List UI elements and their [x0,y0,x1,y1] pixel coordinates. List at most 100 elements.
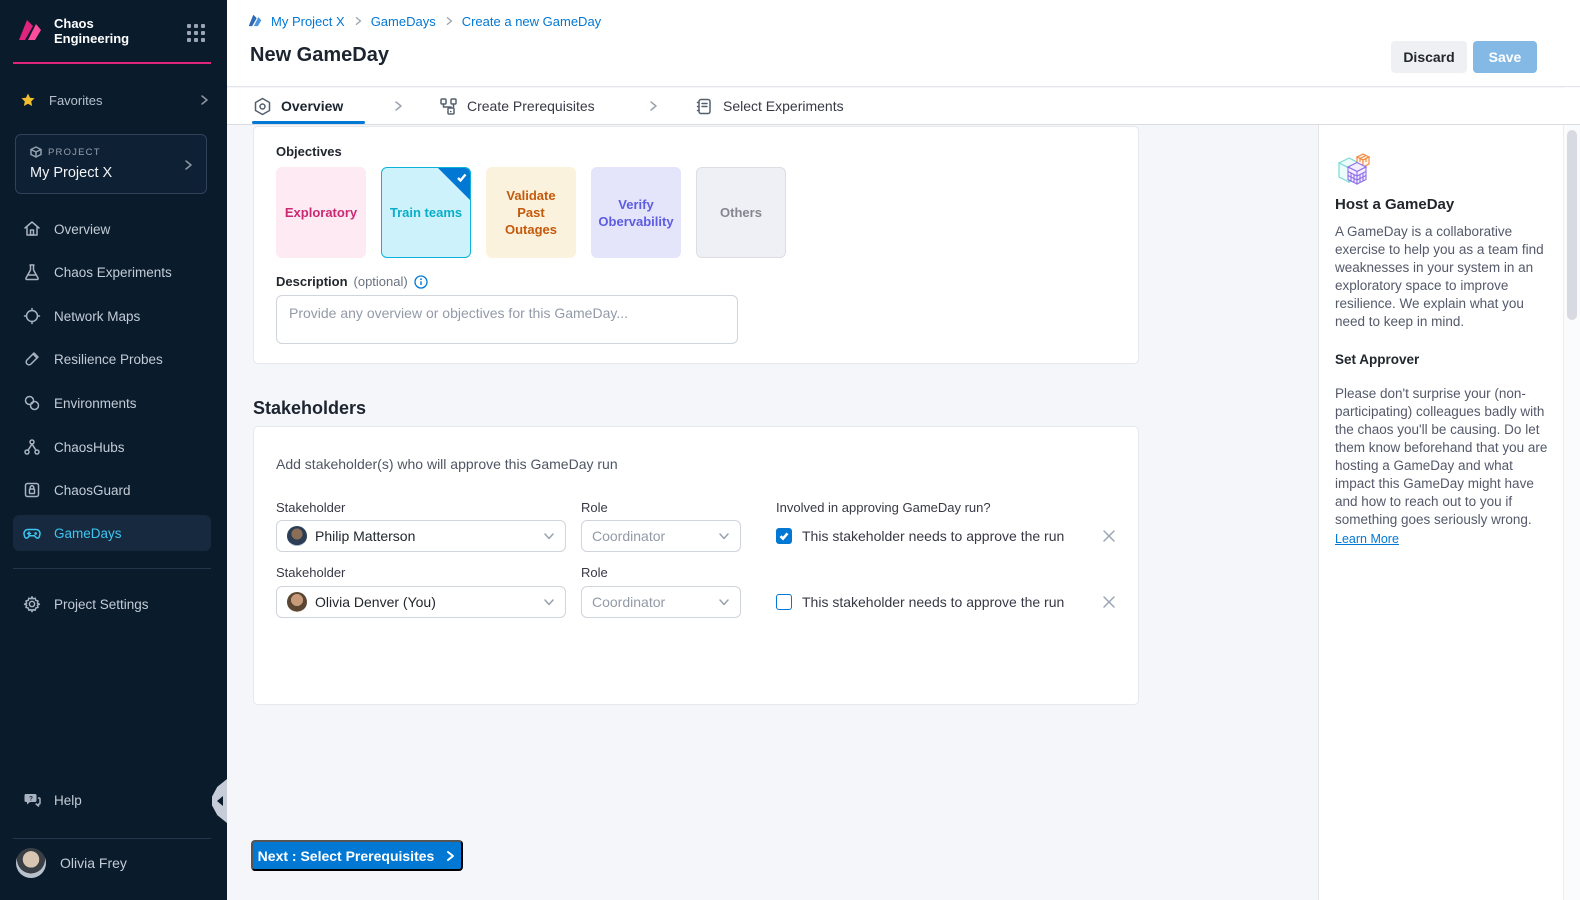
remove-row1-icon[interactable] [1101,528,1117,544]
hub-icon [23,438,41,456]
page-title: New GameDay [250,44,389,67]
project-logo-icon [247,13,263,29]
collapse-arrow-icon [217,796,223,806]
objective-label: Exploratory [285,204,357,221]
nav-label: Environments [54,396,137,411]
objective-label: Others [720,204,762,221]
project-settings-label: Project Settings [54,597,149,612]
sidebar-item-project-settings[interactable]: Project Settings [13,586,211,622]
sidebar-item-chaosguard[interactable]: ChaosGuard [13,472,211,508]
approve-checkbox-row2[interactable]: This stakeholder needs to approve the ru… [776,594,1064,610]
objective-option-train-teams[interactable]: Train teams [381,167,471,258]
objective-label: Verify Obervability [597,196,675,230]
lock-icon [23,481,41,499]
sidebar-item-help[interactable]: ? Help [13,782,211,818]
nav-label: GameDays [54,526,122,541]
checkbox-checked-icon[interactable] [776,528,792,544]
stakeholder-select-row1[interactable]: Philip Matterson [276,520,566,552]
role-select-row2[interactable]: Coordinator [581,586,741,618]
sidebar-item-favorites[interactable]: Favorites [20,92,210,108]
app-switcher-icon[interactable] [187,24,205,42]
home-icon [23,220,41,238]
gamepad-icon [23,524,41,542]
stakeholder-avatar [287,592,307,612]
project-label: PROJECT [48,147,101,158]
objective-option-validate-past-outages[interactable]: Validate Past Outages [486,167,576,258]
remove-row2-icon[interactable] [1101,594,1117,610]
breadcrumb-project[interactable]: My Project X [271,14,345,29]
role-value: Coordinator [592,594,665,610]
user-menu[interactable]: Olivia Frey [16,848,127,878]
tab-overview[interactable]: Overview [253,88,343,124]
brand-divider [13,62,211,64]
objective-label: Train teams [390,204,462,221]
breadcrumb-current[interactable]: Create a new GameDay [462,14,601,29]
stakeholder-select-row2[interactable]: Olivia Denver (You) [276,586,566,618]
objectives-card: Objectives Exploratory Train teams Valid… [253,126,1139,364]
sidebar-divider [13,838,211,839]
stakeholders-subtitle: Add stakeholder(s) who will approve this… [276,456,618,472]
nav-label: Resilience Probes [54,352,163,367]
active-tab-underline [252,121,365,124]
checkbox-unchecked-icon[interactable] [776,594,792,610]
breadcrumb-gamedays[interactable]: GameDays [371,14,436,29]
sidebar-item-resilience-probes[interactable]: Resilience Probes [13,341,211,377]
sidebar-item-chaos-experiments[interactable]: Chaos Experiments [13,254,211,290]
left-sidebar: Chaos Engineering Favorites PROJECT My P… [0,0,227,900]
tab-create-prerequisites[interactable]: Create Prerequisites [439,88,595,124]
sidebar-item-gamedays[interactable]: GameDays [13,515,211,551]
objective-option-verify-observability[interactable]: Verify Obervability [591,167,681,258]
next-button[interactable]: Next : Select Prerequisites [251,840,463,871]
selected-check-icon [437,167,471,201]
next-button-label: Next : Select Prerequisites [258,848,435,864]
description-input[interactable] [276,295,738,344]
tab-label: Overview [281,98,343,114]
help-panel-paragraph1: A GameDay is a collaborative exercise to… [1335,223,1549,331]
approve-checkbox-row1[interactable]: This stakeholder needs to approve the ru… [776,528,1064,544]
experiments-tab-icon [695,97,714,116]
info-icon[interactable] [414,275,428,289]
help-panel-paragraph2: Please don't surprise your (non-particip… [1335,385,1549,529]
discard-button[interactable]: Discard [1391,41,1467,73]
role-col-label: Role [581,565,608,580]
chevron-right-icon [647,100,659,112]
flask-icon [23,263,41,281]
learn-more-link[interactable]: Learn More [1335,532,1399,546]
sidebar-divider [13,568,211,569]
sidebar-item-chaoshubs[interactable]: ChaosHubs [13,429,211,465]
page-scrollbar[interactable] [1563,0,1580,900]
sidebar-item-network-maps[interactable]: Network Maps [13,298,211,334]
role-value: Coordinator [592,528,665,544]
nav-label: Overview [54,222,110,237]
sidebar-item-overview[interactable]: Overview [13,211,211,247]
page-header: My Project X GameDays Create a new GameD… [227,0,1580,87]
star-icon [20,92,36,108]
svg-text:?: ? [29,796,33,803]
nav-label: ChaosHubs [54,440,125,455]
chevron-right-icon [392,100,404,112]
tab-select-experiments[interactable]: Select Experiments [695,88,844,124]
tab-label: Select Experiments [723,98,844,114]
objective-option-exploratory[interactable]: Exploratory [276,167,366,258]
user-name: Olivia Frey [60,855,127,871]
nav-label: Chaos Experiments [54,265,172,280]
breadcrumb: My Project X GameDays Create a new GameD… [247,13,601,29]
sidebar-collapse-button[interactable] [212,779,227,823]
scrollbar-thumb[interactable] [1567,130,1577,320]
project-selector[interactable]: PROJECT My Project X [15,134,207,194]
role-select-row1[interactable]: Coordinator [581,520,741,552]
involved-col-label: Involved in approving GameDay run? [776,500,991,515]
nav-label: ChaosGuard [54,483,131,498]
stakeholder-col-label: Stakeholder [276,500,345,515]
objective-option-others[interactable]: Others [696,167,786,258]
stakeholders-card: Add stakeholder(s) who will approve this… [253,426,1139,705]
chevron-right-icon [444,850,456,862]
save-button[interactable]: Save [1473,41,1537,73]
app-logo-row[interactable]: Chaos Engineering [16,16,129,46]
sidebar-item-environments[interactable]: Environments [13,385,211,421]
chevron-down-icon [718,530,730,542]
help-panel-subtitle: Set Approver [1335,352,1419,367]
chevron-right-icon [444,16,454,26]
help-panel: Host a GameDay A GameDay is a collaborat… [1318,125,1563,900]
cube-icon [30,146,42,158]
